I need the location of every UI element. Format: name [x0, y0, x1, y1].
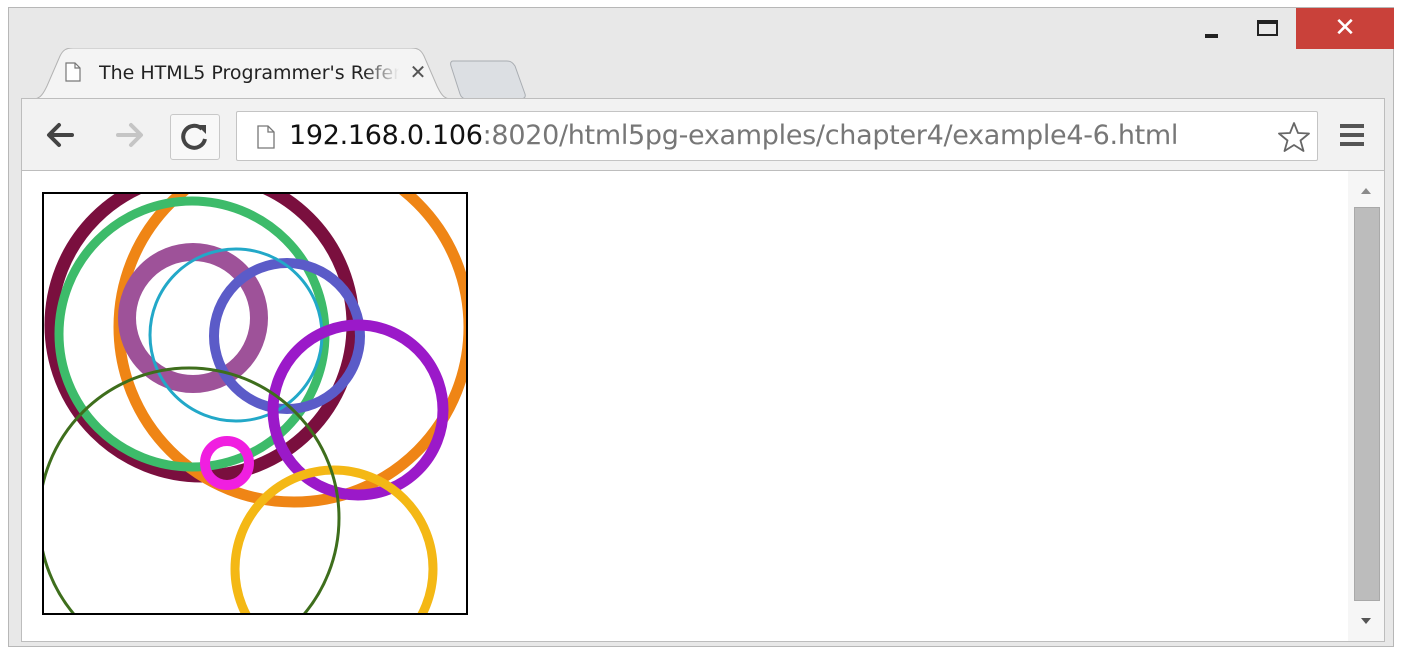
minimize-button[interactable] — [1189, 8, 1235, 49]
url-text: 192.168.0.106:8020/html5pg-examples/chap… — [289, 120, 1269, 152]
minimize-icon — [1205, 34, 1218, 38]
url-path: :8020/html5pg-examples/chapter4/example4… — [482, 120, 1179, 151]
circles-drawing — [44, 194, 466, 613]
circle-3 — [54, 196, 330, 472]
forward-arrow-icon[interactable] — [112, 117, 148, 153]
circle-4 — [118, 243, 268, 393]
address-bar[interactable]: 192.168.0.106:8020/html5pg-examples/chap… — [236, 111, 1318, 161]
menu-icon[interactable] — [1338, 121, 1368, 149]
scroll-up-arrow-icon[interactable] — [1359, 186, 1373, 196]
tab-close-icon[interactable]: ✕ — [407, 61, 429, 83]
back-arrow-icon[interactable] — [42, 117, 78, 153]
vertical-scrollbar[interactable] — [1348, 171, 1384, 641]
new-tab-button[interactable] — [449, 60, 527, 100]
tab-title: The HTML5 Programmer's Reference — [99, 62, 399, 84]
reload-button[interactable] — [170, 114, 220, 160]
tab-active[interactable]: The HTML5 Programmer's Reference ✕ — [27, 48, 457, 100]
scroll-down-arrow-icon[interactable] — [1359, 616, 1373, 626]
scrollbar-thumb[interactable] — [1354, 207, 1380, 601]
maximize-icon — [1257, 20, 1278, 36]
maximize-button[interactable] — [1243, 8, 1289, 49]
window-close-icon: ✕ — [1334, 13, 1356, 43]
browser-window: The HTML5 Programmer's Reference ✕ ✕ — [8, 7, 1394, 647]
page-icon — [257, 125, 275, 149]
window-close-button[interactable]: ✕ — [1296, 8, 1394, 49]
page-icon — [65, 62, 81, 82]
reload-icon — [181, 123, 207, 150]
page-viewport — [21, 170, 1385, 642]
browser-toolbar: 192.168.0.106:8020/html5pg-examples/chap… — [21, 98, 1385, 170]
bookmark-star-icon[interactable] — [1277, 121, 1311, 153]
canvas — [42, 192, 468, 615]
tab-strip: The HTML5 Programmer's Reference ✕ ✕ — [9, 8, 1394, 100]
circle-5 — [209, 258, 365, 414]
url-host: 192.168.0.106 — [289, 120, 483, 151]
